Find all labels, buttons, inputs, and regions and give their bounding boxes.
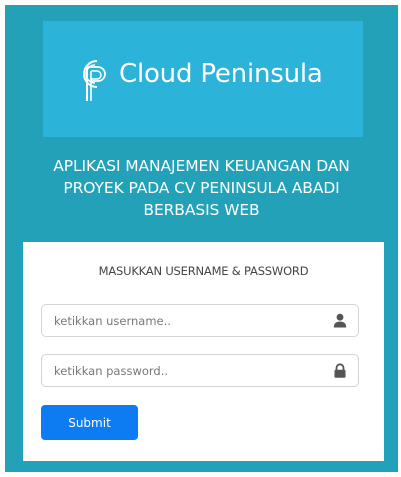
password-input[interactable] <box>54 355 324 386</box>
cloud-peninsula-logo-icon <box>83 60 106 101</box>
username-input[interactable] <box>54 305 324 336</box>
logo-banner: Cloud Peninsula <box>43 21 363 137</box>
lock-icon <box>334 363 346 378</box>
app-title: APLIKASI MANAJEMEN KEUANGAN DAN PROYEK P… <box>5 155 398 221</box>
app-title-line-2: PROYEK PADA CV PENINSULA ABADI <box>63 179 340 197</box>
submit-button[interactable]: Submit <box>41 405 138 440</box>
app-title-line-1: APLIKASI MANAJEMEN KEUANGAN DAN <box>53 157 350 175</box>
login-card: MASUKKAN USERNAME & PASSWORD Submit <box>23 242 384 461</box>
user-icon <box>333 313 347 328</box>
app-title-line-3: BERBASIS WEB <box>143 201 260 219</box>
username-field[interactable] <box>41 304 359 337</box>
password-field[interactable] <box>41 354 359 387</box>
brand-name: Cloud Peninsula <box>119 59 323 89</box>
login-heading: MASUKKAN USERNAME & PASSWORD <box>98 264 309 278</box>
login-page-frame: Cloud Peninsula APLIKASI MANAJEMEN KEUAN… <box>5 5 398 472</box>
